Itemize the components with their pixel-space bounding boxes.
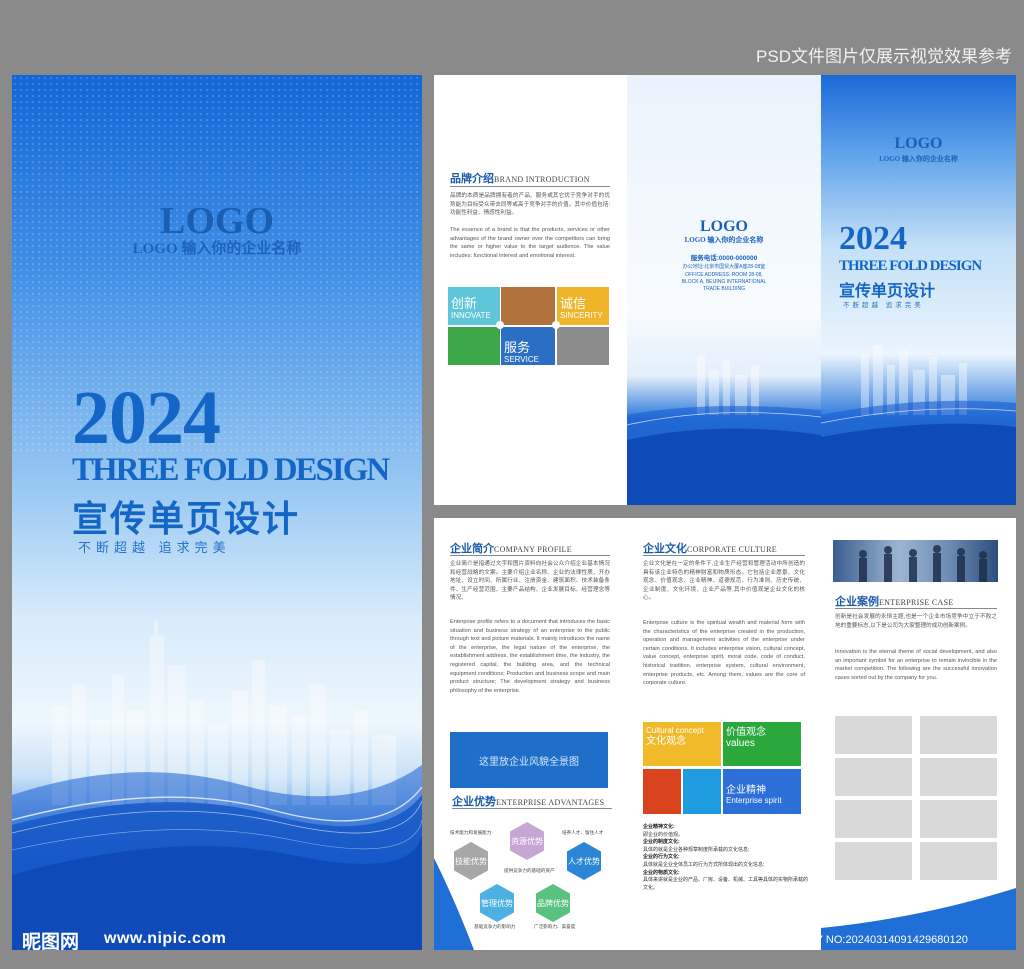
wave-graphic <box>627 355 821 505</box>
panorama-placeholder: 这里放企业风貌全景图 <box>450 732 608 788</box>
watermark-logo: 昵图网 <box>22 932 80 950</box>
tile-enterprise-spirit: 企业精神 Enterprise spirit <box>723 769 801 814</box>
address-en-2: BLOCK A, BEIJING INTERNATIONAL <box>681 279 767 285</box>
front-company-name: LOGO 输入你的企业名称 <box>879 155 958 163</box>
back-logo: LOGO <box>699 218 748 235</box>
advantage-note: 基础竞争力的影响力 <box>474 924 516 929</box>
cover-design-cn: 宣传单页设计 <box>72 499 301 539</box>
address-en-1: OFFICE ADDRESS: ROOM 28-08, <box>685 272 763 278</box>
case-image-placeholder <box>835 842 912 880</box>
tile-blue <box>683 769 721 814</box>
trifold-outside-sheet: 品牌介绍BRAND INTRODUCTION 品牌的本质是品牌拥有者的产品、服务… <box>434 75 1016 505</box>
case-image-placeholder <box>835 800 912 838</box>
front-design-cn: 宣传单页设计 <box>839 283 936 300</box>
divider <box>450 555 610 556</box>
culture-text-en: Enterprise culture is the spiritual weal… <box>643 620 805 687</box>
profile-section-title: 企业简介COMPANY PROFILE <box>450 543 572 555</box>
address-en-3: TRADE BUILDING <box>703 286 745 292</box>
hex-brand: 品牌优势 <box>536 884 570 922</box>
tile-dot <box>496 321 504 329</box>
culture-section-title: 企业文化CORPORATE CULTURE <box>643 543 777 555</box>
front-slogan: 不断超越 追求完美 <box>843 302 924 309</box>
list-item: 企业精神文化: <box>643 824 675 830</box>
brand-panel: 品牌介绍BRAND INTRODUCTION 品牌的本质是品牌拥有者的产品、服务… <box>434 75 627 505</box>
wave-graphic <box>12 765 422 950</box>
profile-text-en: Enterprise profile refers to a document … <box>450 619 610 694</box>
image-id-line: ID:6237737 NO:20240314091429680120 <box>766 934 968 946</box>
list-item: 具体来讲就是企业的产品、厂房、设备、机械、工具等具体的实物所承载的文化。 <box>643 877 809 891</box>
hex-talent: 人才优势 <box>567 842 601 880</box>
front-panel: LOGO LOGO 输入你的企业名称 2024 THREE FOLD DESIG… <box>821 75 1016 505</box>
cases-panel: 企业案例ENTERPRISE CASE 创新是社会发展的永恒主题,也是一个企业市… <box>821 518 1016 950</box>
list-item: 企业的制度文化: <box>643 839 680 846</box>
divider <box>835 608 997 609</box>
front-year: 2024 <box>839 220 907 257</box>
tile-service: 服务 SERVICE <box>501 327 555 365</box>
list-item: 具体就是企业全体员工的行为方式所体现出的文化信息; <box>643 861 765 868</box>
service-phone: 服务电话:0000-000000 <box>690 255 758 262</box>
cover-year: 2024 <box>72 376 221 460</box>
advantage-note: 广泛影响力、美誉度 <box>534 924 576 929</box>
watermark-url: www.nipic.com <box>104 930 227 947</box>
case-image-placeholder <box>920 842 997 880</box>
back-company-name: LOGO 输入你的企业名称 <box>684 236 764 244</box>
advantage-note: 技术能力和发展能力 <box>450 830 492 835</box>
culture-list: 企业精神文化: 即企业的价值观。 企业的制度文化: 具体的就是企业各种规章制度所… <box>643 824 808 892</box>
address-cn: 办公地址:北京市国贸大厦A座28-08室 <box>682 264 766 270</box>
front-design-en: THREE FOLD DESIGN <box>839 258 982 274</box>
case-section-title: 企业案例ENTERPRISE CASE <box>835 596 954 608</box>
case-text-cn: 创新是社会发展的永恒主题,也是一个企业市场竞争中立于不败之地的重要标志,以下是公… <box>835 614 997 629</box>
team-photo <box>833 540 998 582</box>
front-logo: LOGO <box>894 135 943 152</box>
case-image-placeholder <box>835 758 912 796</box>
cover-slogan: 不断超越 追求完美 <box>78 540 231 555</box>
tile-red <box>643 769 681 814</box>
culture-text-cn: 企业文化是在一定的条件下,企业生产经营和管理活动中所创造的具有该企业特色的精神财… <box>643 561 805 602</box>
tile-brown <box>501 287 555 325</box>
profile-text-cn: 企业简介是指通过文字和图片资料向社会公众介绍企业基本情况和经营战略的文案。主要介… <box>450 561 610 602</box>
case-image-placeholder <box>835 716 912 754</box>
divider <box>452 808 612 809</box>
tile-gray <box>557 327 609 365</box>
case-image-placeholder <box>920 758 997 796</box>
divider <box>450 186 610 187</box>
cover-design-en: THREE FOLD DESIGN <box>72 452 390 488</box>
tile-sincerity: 诚信 SINCERITY <box>557 287 609 325</box>
hex-management: 管理优势 <box>480 884 514 922</box>
brand-text-cn: 品牌的本质是品牌拥有者的产品、服务或其它优于竞争对手的优势能为目标受众带去同等或… <box>450 193 610 217</box>
case-image-placeholder <box>920 800 997 838</box>
tile-cultural-concept: Cultural concept 文化观念 <box>643 722 721 766</box>
back-panel: LOGO LOGO 输入你的企业名称 服务电话:0000-000000 办公地址… <box>627 75 821 505</box>
preview-caption: PSD文件图片仅展示视觉效果参考 <box>756 47 1012 66</box>
tile-green <box>448 327 500 365</box>
trifold-inside-sheet: 企业简介COMPANY PROFILE 企业简介是指通过文字和图片资料向社会公众… <box>434 518 1016 950</box>
cover-company-name: LOGO 输入你的企业名称 <box>132 241 302 257</box>
culture-panel: 企业文化CORPORATE CULTURE 企业文化是在一定的条件下,企业生产经… <box>627 518 821 950</box>
advantage-note: 培养人才、留住人才 <box>562 830 604 835</box>
tile-values: 价值观念 values <box>723 722 801 766</box>
brand-section-title: 品牌介绍BRAND INTRODUCTION <box>450 173 590 185</box>
tile-dot <box>552 321 560 329</box>
brand-text-en: The essence of a brand is that the produ… <box>450 227 610 259</box>
profile-panel: 企业简介COMPANY PROFILE 企业简介是指通过文字和图片资料向社会公众… <box>434 518 627 950</box>
case-text-en: Innovation is the eternal theme of socia… <box>835 649 997 681</box>
cover-panel: LOGO LOGO 输入你的企业名称 2024 THREE FOLD DESIG… <box>12 75 422 950</box>
hex-resource: 资源优势 <box>510 822 544 860</box>
city-and-wave-graphic <box>821 345 1016 505</box>
tile-innovate: 创新 INNOVATE <box>448 287 500 325</box>
case-image-placeholder <box>920 716 997 754</box>
list-item: 企业的行为文化: <box>643 854 680 861</box>
corner-wave <box>434 858 474 950</box>
advantage-note: 提供竞争力的基础的资产 <box>504 868 555 873</box>
silhouette-graphic <box>859 545 987 582</box>
divider <box>643 555 805 556</box>
advantages-section-title: 企业优势ENTERPRISE ADVANTAGES <box>452 796 605 808</box>
